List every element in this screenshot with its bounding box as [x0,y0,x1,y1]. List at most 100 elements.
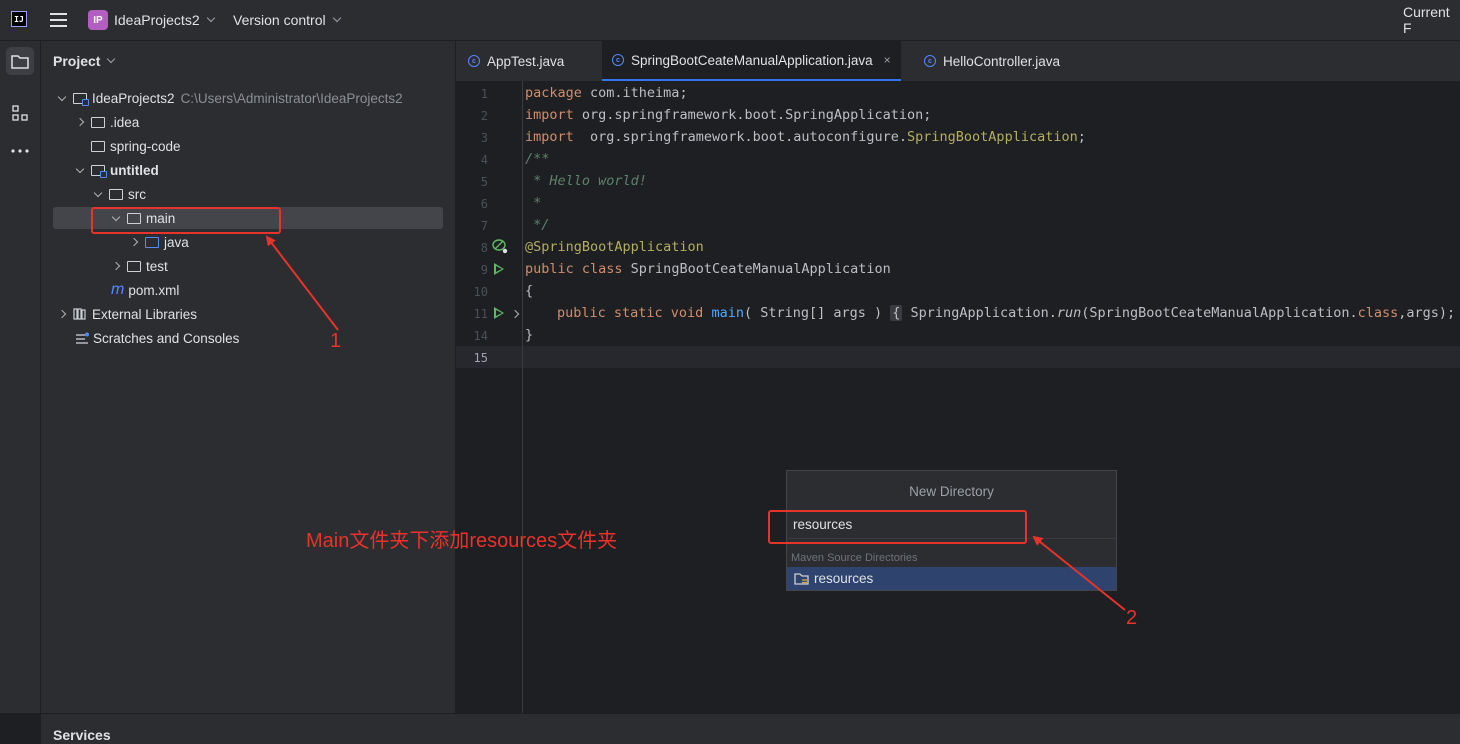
tree-node-untitled[interactable]: untitled [73,159,159,181]
annotation-box-input [768,510,1027,544]
annotation-label-1: 1 [330,330,342,352]
project-name: IdeaProjects2 [114,12,200,28]
code-line: public class SpringBootCeateManualApplic… [525,261,891,277]
line-number: 11 [473,307,488,321]
source-folder-icon [145,236,159,248]
structure-icon [12,105,28,121]
run-icon[interactable] [494,263,504,275]
code-line: import org.springframework.boot.SpringAp… [525,107,932,123]
tree-node-spring-code[interactable]: spring-code [91,135,181,157]
tree-label: Scratches and Consoles [93,330,240,346]
tree-label: java [164,234,189,250]
tree-node-scratches[interactable]: Scratches and Consoles [75,327,239,349]
line-number: 14 [473,329,488,343]
line-number: 10 [473,285,488,299]
more-tools-button[interactable] [6,137,34,165]
line-number: 5 [480,175,488,189]
tree-label: spring-code [110,138,181,154]
line-number: 9 [480,263,488,277]
expand-arrow-icon[interactable] [91,187,105,201]
run-config-selector[interactable]: Current F [1403,0,1460,40]
tree-node-idea-projects2[interactable]: IdeaProjects2 C:\Users\Administrator\Ide… [55,87,403,109]
expand-arrow-icon[interactable] [127,235,141,249]
code-line: */ [525,217,550,233]
suggestion-label: resources [814,571,874,586]
tab-label: SpringBootCeateManualApplication.java [631,52,873,68]
module-folder-icon [91,164,107,178]
resources-folder-icon [794,573,809,585]
expand-arrow-icon[interactable] [73,115,87,129]
tree-node-test[interactable]: test [109,255,168,277]
expand-arrow-icon[interactable] [55,307,69,321]
popup-title: New Directory [787,471,1116,512]
tree-label: External Libraries [92,306,198,322]
tab-apptest[interactable]: c AppTest.java [468,41,564,81]
line-number: 1 [480,87,488,101]
suggestion-item-resources[interactable]: resources [787,567,1116,590]
tree-label: untitled [110,162,159,178]
tree-node-pom-xml[interactable]: m pom.xml [111,279,179,301]
run-config-label: Current F [1403,4,1450,36]
library-icon [73,308,86,320]
services-label: Services [53,727,111,743]
line-number: 6 [480,197,488,211]
code-line: package com.itheima; [525,85,688,101]
project-switcher[interactable]: IP IdeaProjects2 [88,0,215,40]
structure-tool-button[interactable] [6,99,34,127]
maven-file-icon: m [111,281,125,298]
code-line: @SpringBootApplication [525,239,704,255]
main-menu-icon[interactable] [50,13,67,27]
chevron-down-icon [107,54,116,64]
code-line: /** [525,151,550,167]
run-icon[interactable] [494,307,504,319]
tree-path: C:\Users\Administrator\IdeaProjects2 [180,90,403,106]
tab-hellocontroller[interactable]: c HelloController.java [924,41,1060,81]
code-line: * [525,195,542,211]
line-number: 3 [480,131,488,145]
tree-node-java[interactable]: java [127,231,189,253]
annotation-note: Main文件夹下添加resources文件夹 [306,530,618,552]
tree-label: test [146,258,168,274]
version-control-menu[interactable]: Version control [233,0,341,40]
tab-label: HelloController.java [943,53,1061,69]
code-line: { [525,283,534,299]
annotation-label-2: 2 [1126,607,1138,629]
tool-window-strip [0,41,41,713]
popup-section-label: Maven Source Directories [791,552,918,564]
spring-bean-icon[interactable] [492,238,508,254]
tree-label: pom.xml [128,282,180,298]
project-panel: Project IdeaProjects2 C:\Users\Administr… [41,41,456,713]
code-line: * Hello world! [525,173,647,189]
folder-icon [91,116,105,128]
tree-node-external-libraries[interactable]: External Libraries [55,303,197,325]
line-number: 7 [480,219,488,233]
tab-label: AppTest.java [487,53,565,69]
project-title-label: Project [53,53,101,69]
folder-icon [91,140,105,152]
intellij-logo-icon[interactable]: IJ [11,11,27,27]
code-line: import org.springframework.boot.autoconf… [525,129,1086,145]
project-tool-button[interactable] [6,47,34,75]
expand-arrow-icon[interactable] [73,163,87,177]
expand-arrow-icon[interactable] [55,91,69,105]
expand-arrow-icon[interactable] [109,259,123,273]
chevron-down-icon [332,13,341,23]
chevron-down-icon [206,13,215,23]
tab-springbootceatemanualapplication[interactable]: c SpringBootCeateManualApplication.java … [602,41,901,81]
services-bar[interactable]: Services [41,713,1460,744]
more-icon [11,149,29,153]
annotation-box-main [91,207,281,234]
code-line: } [525,327,534,343]
line-number: 8 [480,241,488,255]
line-number: 4 [480,153,488,167]
fold-arrow-icon[interactable] [508,307,522,321]
close-icon[interactable]: × [884,53,891,67]
folder-icon [11,54,29,69]
current-line-highlight [456,346,1460,368]
editor-area: c AppTest.java c SpringBootCeateManualAp… [456,41,1460,713]
tree-node-idea[interactable]: .idea [73,111,139,133]
project-panel-title[interactable]: Project [53,53,116,69]
tree-node-src[interactable]: src [91,183,146,205]
editor-tabs: c AppTest.java c SpringBootCeateManualAp… [456,41,1460,82]
line-number: 2 [480,109,488,123]
